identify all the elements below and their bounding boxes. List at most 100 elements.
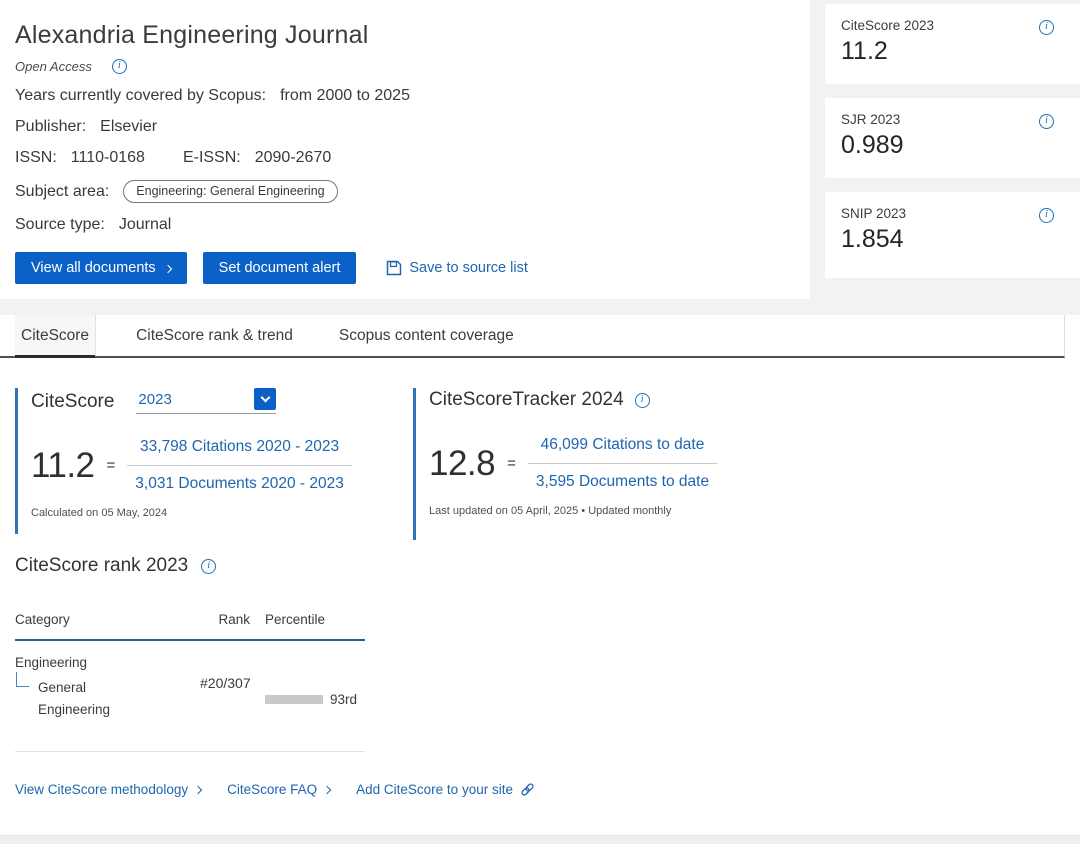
footer-links: View CiteScore methodology CiteScore FAQ… xyxy=(15,782,535,797)
journal-info-panel: Alexandria Engineering Journal Open Acce… xyxy=(0,0,810,299)
open-access-info-icon[interactable] xyxy=(112,59,127,74)
rank-table-header: Category Rank Percentile xyxy=(15,606,365,641)
snip-metric-card: SNIP 2023 1.854 xyxy=(825,192,1080,278)
documents-count-link[interactable]: 3,031 Documents 2020 - 2023 xyxy=(127,465,352,493)
snip-metric-label: SNIP 2023 xyxy=(841,206,1064,221)
sjr-metric-card: SJR 2023 0.989 xyxy=(825,98,1080,178)
publisher-row: Publisher: Elsevier xyxy=(15,118,810,136)
chevron-right-icon xyxy=(163,264,171,272)
tab-citescore-rank-trend-label: CiteScore rank & trend xyxy=(136,327,293,345)
rank-section-head: CiteScore rank 2023 xyxy=(15,554,216,578)
tab-citescore-rank-trend[interactable]: CiteScore rank & trend xyxy=(130,315,299,356)
citations-count-link[interactable]: 33,798 Citations 2020 - 2023 xyxy=(132,438,347,465)
citescore-year-select[interactable]: 2023 xyxy=(136,388,276,414)
tracker-value: 12.8 xyxy=(429,444,495,484)
tab-citescore[interactable]: CiteScore xyxy=(15,315,96,356)
issn-value: 1110-0168 xyxy=(71,149,145,167)
source-type-label: Source type: xyxy=(15,216,105,234)
citescore-footnote: Calculated on 05 May, 2024 xyxy=(31,507,387,519)
years-covered-row: Years currently covered by Scopus: from … xyxy=(15,87,810,105)
tracker-fraction: 46,099 Citations to date 3,595 Documents… xyxy=(528,436,717,491)
tracker-panel-head: CiteScoreTracker 2024 xyxy=(429,388,803,412)
table-row: Engineering General Engineering #20/307 … xyxy=(15,641,365,752)
faq-label: CiteScore FAQ xyxy=(227,782,317,797)
subject-area-label: Subject area: xyxy=(15,183,109,201)
issn-row: ISSN: 1110-0168 E-ISSN: 2090-2670 xyxy=(15,149,810,167)
eissn-label: E-ISSN: xyxy=(183,149,241,167)
scopus-source-page: Alexandria Engineering Journal Open Acce… xyxy=(0,0,1080,844)
years-covered-value: from 2000 to 2025 xyxy=(280,87,410,105)
save-to-source-list-label: Save to source list xyxy=(409,260,527,276)
source-type-value: Journal xyxy=(119,216,171,234)
citescore-metric-value: 11.2 xyxy=(841,37,1064,66)
subject-area-row: Subject area: Engineering: General Engin… xyxy=(15,180,810,203)
save-icon xyxy=(386,260,402,276)
tab-scopus-content-coverage[interactable]: Scopus content coverage xyxy=(333,315,520,356)
view-all-documents-button[interactable]: View all documents xyxy=(15,252,187,284)
source-type-row: Source type: Journal xyxy=(15,216,810,234)
years-covered-label: Years currently covered by Scopus: xyxy=(15,87,266,105)
chevron-right-icon xyxy=(194,786,202,794)
tab-citescore-label: CiteScore xyxy=(21,327,89,345)
column-percentile: Percentile xyxy=(250,612,365,627)
citescore-year-dropdown-button[interactable] xyxy=(254,388,276,410)
add-citescore-to-site-link[interactable]: Add CiteScore to your site xyxy=(356,782,535,797)
citescore-faq-link[interactable]: CiteScore FAQ xyxy=(227,782,330,797)
link-icon xyxy=(520,782,535,797)
tracker-info-icon[interactable] xyxy=(635,393,650,408)
sjr-metric-info-icon[interactable] xyxy=(1039,114,1054,129)
citescore-value: 11.2 xyxy=(31,446,95,486)
citescore-panel-head: CiteScore 2023 xyxy=(31,388,387,414)
add-to-site-label: Add CiteScore to your site xyxy=(356,782,513,797)
column-rank: Rank xyxy=(200,612,250,627)
tab-bar-inner: CiteScore CiteScore rank & trend Scopus … xyxy=(0,315,1065,358)
rank-info-icon[interactable] xyxy=(201,559,216,574)
percentile-bar xyxy=(265,695,323,704)
set-document-alert-label: Set document alert xyxy=(219,260,341,276)
citescore-metric-info-icon[interactable] xyxy=(1039,20,1054,35)
citescore-fraction: 33,798 Citations 2020 - 2023 3,031 Docum… xyxy=(127,438,352,493)
sjr-metric-value: 0.989 xyxy=(841,131,1064,160)
publisher-label: Publisher: xyxy=(15,118,86,136)
publisher-value: Elsevier xyxy=(100,118,157,136)
save-to-source-list-link[interactable]: Save to source list xyxy=(386,260,527,276)
subject-area-chip[interactable]: Engineering: General Engineering xyxy=(123,180,337,203)
equals-sign: = xyxy=(507,455,516,472)
metrics-column: CiteScore 2023 11.2 SJR 2023 0.989 SNIP … xyxy=(810,0,1080,299)
tree-connector-icon xyxy=(16,672,29,687)
tracker-documents-link[interactable]: 3,595 Documents to date xyxy=(528,463,717,491)
category-parent: Engineering xyxy=(15,655,200,670)
page-title: Alexandria Engineering Journal xyxy=(15,20,810,50)
rank-table: Category Rank Percentile Engineering Gen… xyxy=(15,606,365,752)
citescore-metric-label: CiteScore 2023 xyxy=(841,18,1064,33)
chevron-right-icon xyxy=(323,786,331,794)
snip-metric-info-icon[interactable] xyxy=(1039,208,1054,223)
citescore-metric-card: CiteScore 2023 11.2 xyxy=(825,4,1080,84)
tracker-heading: CiteScoreTracker 2024 xyxy=(429,388,624,412)
citescore-year-value: 2023 xyxy=(138,391,171,408)
citescore-panel: CiteScore 2023 11.2 = 33,798 Citations 2… xyxy=(15,388,387,534)
tab-bar: CiteScore CiteScore rank & trend Scopus … xyxy=(0,315,1080,358)
page-footer-strip xyxy=(0,835,1080,844)
citescore-tracker-panel: CiteScoreTracker 2024 12.8 = 46,099 Cita… xyxy=(413,388,803,540)
view-citescore-methodology-link[interactable]: View CiteScore methodology xyxy=(15,782,201,797)
methodology-label: View CiteScore methodology xyxy=(15,782,188,797)
open-access-label: Open Access xyxy=(15,59,92,74)
issn-label: ISSN: xyxy=(15,149,57,167)
column-category: Category xyxy=(15,612,200,627)
equals-sign: = xyxy=(107,457,116,474)
citescore-calculation: 11.2 = 33,798 Citations 2020 - 2023 3,03… xyxy=(31,438,387,493)
actions-row: View all documents Set document alert Sa… xyxy=(15,252,810,284)
tracker-footnote: Last updated on 05 April, 2025 • Updated… xyxy=(429,505,803,517)
percentile-value: 93rd xyxy=(330,692,357,707)
eissn-value: 2090-2670 xyxy=(255,149,332,167)
category-tree: General Engineering xyxy=(15,672,200,721)
open-access-row: Open Access xyxy=(15,59,810,74)
set-document-alert-button[interactable]: Set document alert xyxy=(203,252,357,284)
tracker-citations-link[interactable]: 46,099 Citations to date xyxy=(533,436,713,463)
tracker-calculation: 12.8 = 46,099 Citations to date 3,595 Do… xyxy=(429,436,803,491)
percentile-cell: 93rd xyxy=(250,655,365,721)
citescore-heading: CiteScore xyxy=(31,390,114,414)
rank-heading: CiteScore rank 2023 xyxy=(15,554,188,578)
snip-metric-value: 1.854 xyxy=(841,225,1064,254)
